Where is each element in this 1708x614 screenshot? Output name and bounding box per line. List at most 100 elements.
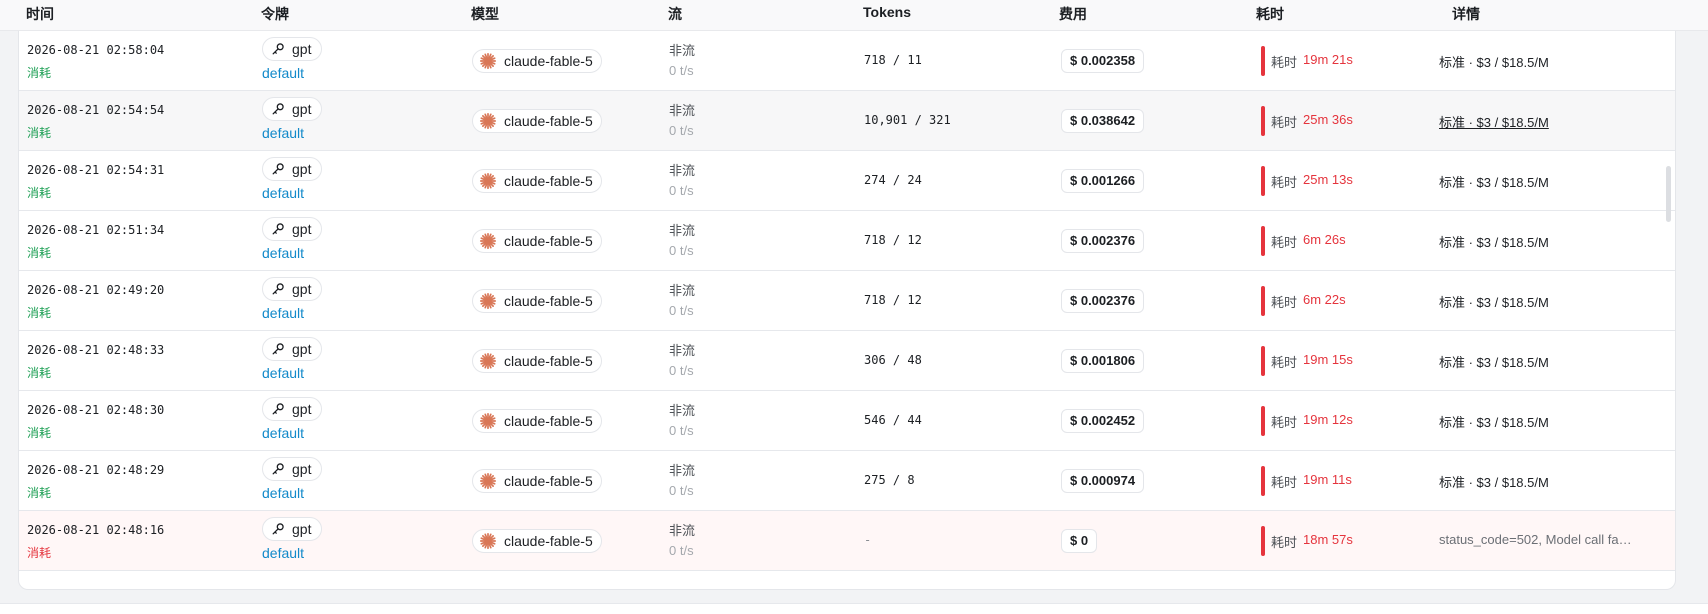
token-name: gpt [292,281,312,297]
row-group-link[interactable]: default [262,365,304,381]
row-stream-mode: 非流 [669,163,696,178]
table-row[interactable]: 2026-08-21 02:49:20 消耗 gpt default claud… [19,271,1675,331]
row-duration-label: 耗时 [1271,235,1298,250]
header-token[interactable]: 令牌 [261,4,289,24]
row-cost-badge: $ 0.002376 [1061,229,1145,253]
header-time[interactable]: 时间 [26,4,54,24]
model-tag[interactable]: claude-fable-5 [472,409,602,433]
row-tokens: 718 / 12 [864,293,922,307]
table-row[interactable]: 2026-08-21 02:54:54 消耗 gpt default claud… [19,91,1675,151]
table-row[interactable]: 2026-08-21 02:51:34 消耗 gpt default claud… [19,211,1675,271]
vertical-scrollbar[interactable] [1666,166,1671,222]
key-icon [272,103,284,115]
row-speed: 0 t/s [669,483,694,498]
token-name: gpt [292,221,312,237]
header-tokens[interactable]: Tokens [863,4,911,20]
row-duration-label: 耗时 [1271,415,1298,430]
row-detail[interactable]: 标准 · $3 / $18.5/M [1439,172,1549,191]
model-tag[interactable]: claude-fable-5 [472,49,602,73]
row-time: 2026-08-21 02:48:30 [27,403,165,417]
row-duration-label: 耗时 [1271,535,1298,550]
row-time: 2026-08-21 02:51:34 [27,223,165,237]
claude-spark-icon [479,472,497,490]
model-tag[interactable]: claude-fable-5 [472,109,602,133]
header-detail[interactable]: 详情 [1452,4,1480,24]
key-icon [272,43,284,55]
row-detail[interactable]: 标准 · $3 / $18.5/M [1439,292,1549,311]
token-tag[interactable]: gpt [262,337,323,361]
table-row[interactable]: 2026-08-21 02:48:16 消耗 gpt default claud… [19,511,1675,571]
header-duration[interactable]: 耗时 [1256,4,1284,24]
token-tag[interactable]: gpt [262,277,323,301]
row-detail[interactable]: status_code=502, Model call fa… [1439,532,1639,547]
row-group-link[interactable]: default [262,485,304,501]
row-speed: 0 t/s [669,243,694,258]
row-group-link[interactable]: default [262,245,304,261]
row-type-badge: 消耗 [27,486,52,500]
header-stream[interactable]: 流 [668,4,682,24]
row-cost-badge: $ 0.002358 [1061,49,1145,73]
row-detail[interactable]: 标准 · $3 / $18.5/M [1439,472,1549,491]
model-tag[interactable]: claude-fable-5 [472,229,602,253]
token-tag[interactable]: gpt [262,457,323,481]
model-tag[interactable]: claude-fable-5 [472,169,602,193]
duration-indicator-bar [1261,346,1265,376]
row-tokens: 546 / 44 [864,413,922,427]
token-tag[interactable]: gpt [262,517,323,541]
header-model[interactable]: 模型 [471,4,499,24]
row-group-link[interactable]: default [262,545,304,561]
row-group-link[interactable]: default [262,125,304,141]
model-tag[interactable]: claude-fable-5 [472,349,602,373]
table-row[interactable]: 2026-08-21 02:48:29 消耗 gpt default claud… [19,451,1675,511]
token-tag[interactable]: gpt [262,37,323,61]
row-duration: 6m 22s [1303,292,1346,307]
row-detail[interactable]: 标准 · $3 / $18.5/M [1439,112,1549,131]
model-tag[interactable]: claude-fable-5 [472,289,602,313]
row-duration: 25m 13s [1303,172,1353,187]
row-speed: 0 t/s [669,303,694,318]
claude-spark-icon [479,52,497,70]
model-name: claude-fable-5 [504,233,593,249]
token-tag[interactable]: gpt [262,217,323,241]
row-group-link[interactable]: default [262,425,304,441]
row-detail[interactable]: 标准 · $3 / $18.5/M [1439,232,1549,251]
model-tag[interactable]: claude-fable-5 [472,469,602,493]
token-name: gpt [292,341,312,357]
row-detail[interactable]: 标准 · $3 / $18.5/M [1439,52,1549,71]
row-type-badge: 消耗 [27,546,52,560]
token-tag[interactable]: gpt [262,97,323,121]
row-group-link[interactable]: default [262,185,304,201]
row-speed: 0 t/s [669,183,694,198]
row-detail[interactable]: 标准 · $3 / $18.5/M [1439,412,1549,431]
table-row[interactable]: 2026-08-21 02:54:31 消耗 gpt default claud… [19,151,1675,211]
table-row[interactable]: 2026-08-21 02:48:33 消耗 gpt default claud… [19,331,1675,391]
claude-spark-icon [479,292,497,310]
header-cost[interactable]: 费用 [1059,4,1087,24]
row-cost-badge: $ 0.000974 [1061,469,1145,493]
token-name: gpt [292,461,312,477]
token-tag[interactable]: gpt [262,157,323,181]
row-type-badge: 消耗 [27,426,52,440]
row-stream-mode: 非流 [669,223,696,238]
token-name: gpt [292,161,312,177]
model-tag[interactable]: claude-fable-5 [472,529,602,553]
table-row[interactable]: 2026-08-21 02:48:30 消耗 gpt default claud… [19,391,1675,451]
claude-spark-icon [479,232,497,250]
table-row[interactable]: 2026-08-21 02:58:04 消耗 gpt default claud… [19,31,1675,91]
row-stream-mode: 非流 [669,103,696,118]
row-time: 2026-08-21 02:54:54 [27,103,165,117]
row-type-badge: 消耗 [27,366,52,380]
row-duration-label: 耗时 [1271,115,1298,130]
row-group-link[interactable]: default [262,305,304,321]
row-cost-badge: $ 0 [1061,529,1098,553]
row-time: 2026-08-21 02:48:29 [27,463,165,477]
row-tokens: 718 / 11 [864,53,922,67]
token-tag[interactable]: gpt [262,397,323,421]
row-group-link[interactable]: default [262,65,304,81]
row-tokens: 275 / 8 [864,473,915,487]
row-tokens: 718 / 12 [864,233,922,247]
row-duration-label: 耗时 [1271,295,1298,310]
row-time: 2026-08-21 02:48:33 [27,343,165,357]
model-name: claude-fable-5 [504,53,593,69]
row-detail[interactable]: 标准 · $3 / $18.5/M [1439,352,1549,371]
